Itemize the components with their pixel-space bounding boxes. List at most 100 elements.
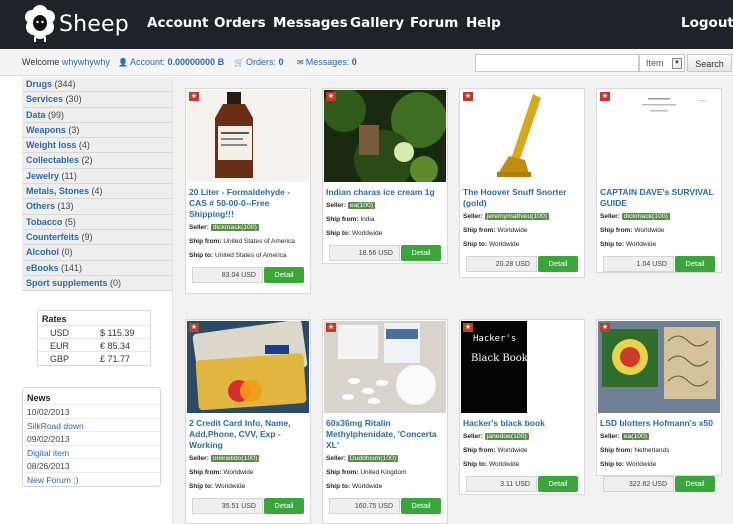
ship-from-value: Worldwide (634, 227, 665, 234)
seller-label: Seller: (189, 224, 209, 231)
product-ship-from: Ship from: United States of America (189, 238, 310, 245)
nav-gallery[interactable]: Gallery (350, 15, 404, 31)
category-count: (4) (91, 186, 103, 197)
detail-button[interactable]: Detail (401, 245, 441, 261)
news-date: 10/02/2013 (23, 404, 160, 418)
nav-help[interactable]: Help (466, 15, 501, 31)
seller-badge[interactable]: ea(100) (621, 433, 650, 440)
detail-button[interactable]: Detail (538, 256, 578, 272)
nav-account[interactable]: Account (147, 15, 208, 31)
category-item[interactable]: eBooks (141) (22, 260, 172, 276)
detail-button[interactable]: Detail (264, 267, 304, 283)
seller-label: Seller: (189, 455, 209, 462)
product-title[interactable]: Indian charas ice cream 1g (326, 187, 447, 198)
ship-from-value: Worldwide (497, 447, 528, 454)
ship-to-value: Worldwide (215, 483, 246, 490)
product-price: 20.28 USD (466, 256, 537, 272)
detail-button[interactable]: Detail (401, 498, 441, 514)
username-link[interactable]: whywhywhy (62, 57, 110, 67)
product-title[interactable]: 20 Liter - Formaldehyde - CAS # 50-00-0-… (189, 187, 310, 220)
news-link[interactable]: SilkRoad down (23, 417, 160, 432)
product-title[interactable]: LSD blotters Hofmann's x50 (600, 418, 721, 429)
featured-star-icon: ★ (189, 92, 199, 101)
category-item[interactable]: Weight loss (4) (22, 138, 172, 154)
product-title[interactable]: Hacker's black book (463, 418, 584, 429)
account-balance[interactable]: 👤 Account: 0.00000000 B (118, 57, 224, 67)
seller-badge[interactable]: dickmack(100) (621, 213, 670, 220)
ship-to-value: Worldwide (352, 230, 383, 237)
category-item[interactable]: Tobacco (5) (22, 214, 172, 230)
detail-button[interactable]: Detail (538, 476, 578, 492)
ship-to-value: Worldwide (352, 483, 383, 490)
search-button[interactable]: Search (687, 54, 732, 72)
product-card: ★ 60x36mg Ritalin Methylphenidate, 'Conce… (322, 319, 448, 524)
product-image[interactable]: Hacker's Black Book (461, 321, 583, 413)
product-title[interactable]: CAPTAIN DAVE's SURVIVAL GUIDE (600, 187, 721, 209)
brand-name: Sheep (59, 12, 129, 37)
product-image[interactable] (187, 321, 309, 413)
category-item[interactable]: Sport supplements (0) (22, 275, 172, 292)
orders-count[interactable]: 🛒 Orders: 0 (234, 57, 284, 67)
product-image[interactable] (187, 90, 309, 182)
seller-badge[interactable]: onlinelido(100) (210, 455, 260, 462)
ship-from-value: Worldwide (497, 227, 528, 234)
news-link[interactable]: New Forum :) (23, 471, 160, 486)
category-item[interactable]: Services (30) (22, 92, 172, 108)
detail-button[interactable]: Detail (675, 256, 715, 272)
welcome-prefix: Welcome (22, 57, 60, 67)
detail-button[interactable]: Detail (675, 476, 715, 492)
product-seller: Seller: Duddhism(100) (326, 455, 447, 462)
ship-to-value: United States of America (215, 252, 287, 259)
rate-value: € 85.34 (100, 341, 131, 351)
news-title: News (27, 393, 51, 403)
category-item[interactable]: Drugs (344) (22, 77, 172, 93)
product-title[interactable]: The Hoover Snuff Snorter (gold) (463, 187, 584, 209)
seller-badge[interactable]: Duddhism(100) (347, 455, 399, 462)
nav-forum[interactable]: Forum (410, 15, 458, 31)
nav-logout[interactable]: Logout (681, 15, 733, 31)
product-image[interactable] (324, 321, 446, 413)
logo[interactable]: Sheep (22, 3, 129, 45)
ship-from-label: Ship from: (326, 216, 359, 223)
news-link-text: SilkRoad down (27, 420, 84, 431)
search-input[interactable] (475, 54, 639, 72)
product-card: ★ Hacker's Black Book Hacker's black book Se… (459, 319, 585, 495)
nav-orders[interactable]: Orders (214, 15, 266, 31)
search-type-select[interactable]: Item ▼ (639, 54, 685, 72)
category-item[interactable]: Collectables (2) (22, 153, 172, 169)
category-count: (4) (78, 140, 90, 151)
ship-from-value: United Kingdom (360, 469, 407, 476)
product-seller: Seller: jeremymathieu(100) (463, 213, 584, 220)
category-name: Jewelry (26, 170, 60, 181)
ship-to-label: Ship to: (463, 461, 488, 468)
news-date: 08/26/2013 (23, 458, 160, 472)
seller-badge[interactable]: janedoe(100) (484, 433, 529, 440)
detail-button[interactable]: Detail (264, 498, 304, 514)
category-item[interactable]: Counterfeits (9) (22, 229, 172, 246)
category-item[interactable]: Others (13) (22, 199, 172, 215)
category-item[interactable]: Data (99) (22, 107, 172, 123)
seller-badge[interactable]: jeremymathieu(100) (484, 213, 550, 220)
seller-badge[interactable]: ea(100) (347, 202, 376, 209)
product-seller: Seller: dickmack(100) (189, 224, 310, 231)
seller-label: Seller: (463, 433, 483, 440)
category-item[interactable]: Metals, Stones (4) (22, 184, 172, 200)
ship-to-label: Ship to: (326, 230, 351, 237)
product-image[interactable] (461, 90, 583, 182)
category-item[interactable]: Weapons (3) (22, 122, 172, 139)
product-title[interactable]: 60x36mg Ritalin Methylphenidate, 'Concer… (326, 418, 447, 451)
product-ship-from: Ship from: India (326, 216, 447, 223)
top-navbar: Sheep Account Orders Messages Gallery Fo… (0, 0, 733, 49)
news-link[interactable]: Digital item (23, 444, 160, 459)
category-item[interactable]: Jewelry (11) (22, 168, 172, 185)
seller-badge[interactable]: dickmack(100) (210, 224, 259, 231)
ship-from-value: United States of America (223, 238, 295, 245)
news-link-text: New Forum :) (27, 474, 79, 485)
category-item[interactable]: Alcohol (0) (22, 245, 172, 261)
product-image[interactable] (598, 90, 720, 182)
product-image[interactable] (324, 90, 446, 182)
product-title[interactable]: 2 Credit Card Info, Name, Add,Phone, CVV… (189, 418, 310, 451)
product-image[interactable] (598, 321, 720, 413)
messages-count[interactable]: ✉ Messages: 0 (297, 57, 357, 67)
nav-messages[interactable]: Messages (273, 15, 348, 31)
